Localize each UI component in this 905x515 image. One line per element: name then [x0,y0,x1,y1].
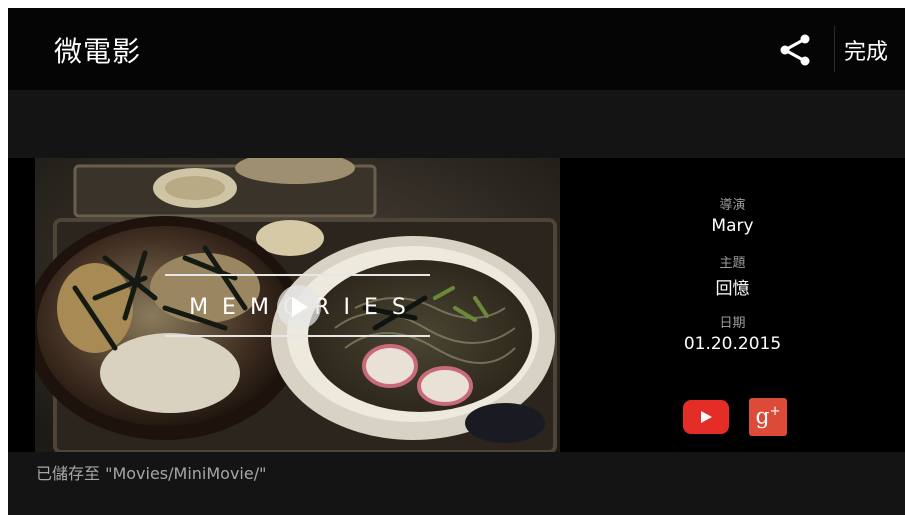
date-label: 日期 [719,316,746,331]
done-button[interactable]: 完成 [844,34,888,66]
director-value: Mary [711,216,754,236]
memories-overlay: MEMORIES [35,158,560,452]
play-icon [292,297,308,317]
theme-label: 主題 [719,256,746,271]
page-title: 微電影 [54,35,142,68]
movie-info-panel: 導演 Mary 主題 回憶 日期 01.20.2015 g+ [560,158,905,452]
share-button[interactable] [773,28,817,72]
title-line-top [165,274,430,276]
youtube-share-button[interactable] [683,400,729,434]
mini-movie-screen: 微電影 完成 導演 Mary 主題 回憶 日期 01.20.2015 g+ 已儲… [8,8,905,515]
action-divider [834,26,835,72]
top-band [8,90,905,158]
share-icon [780,34,810,66]
title-line-bottom [165,335,430,337]
youtube-icon [701,411,712,423]
google-plus-icon: g+ [755,404,781,430]
date-value: 01.20.2015 [683,334,782,354]
google-plus-share-button[interactable]: g+ [749,398,787,436]
theme-value: 回憶 [715,279,750,299]
saved-location-message: 已儲存至 "Movies/MiniMovie/" [36,464,267,483]
video-preview[interactable]: MEMORIES [35,158,560,452]
director-label: 導演 [719,198,746,213]
play-button[interactable] [277,285,321,329]
action-bar: 微電影 完成 [8,8,905,90]
